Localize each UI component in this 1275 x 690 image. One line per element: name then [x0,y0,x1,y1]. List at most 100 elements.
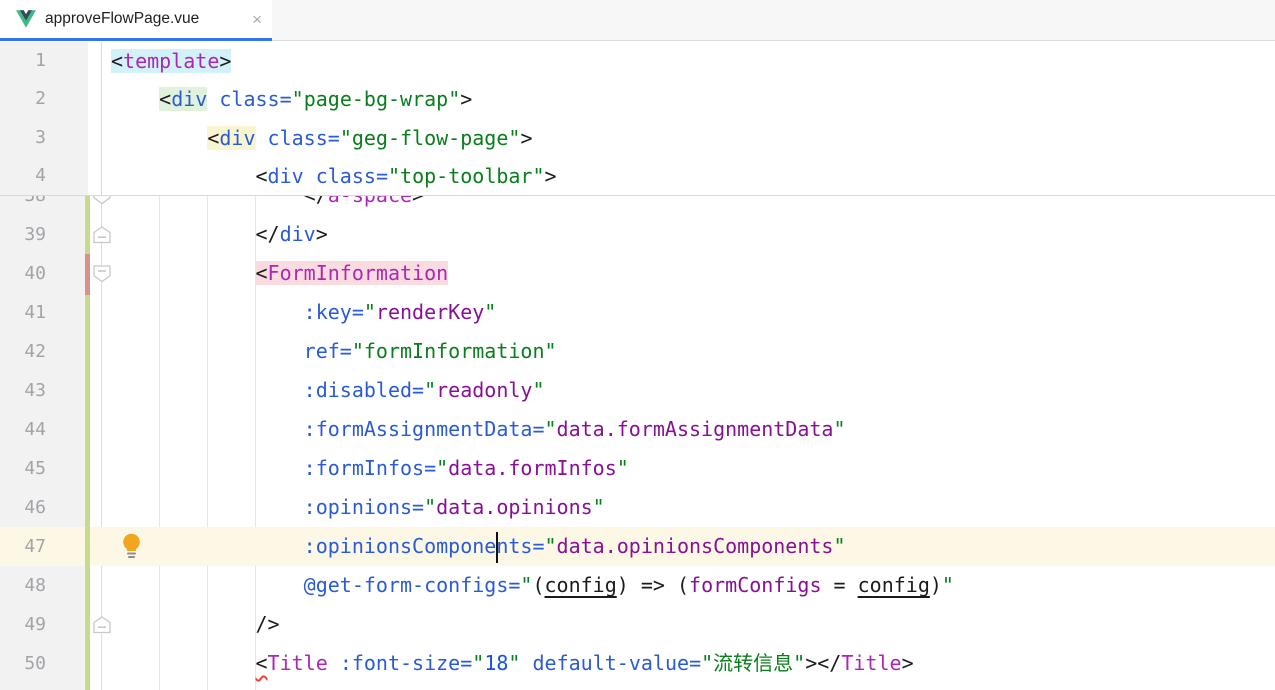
code-token: > [219,49,231,73]
code-line[interactable]: 46 :opinions="data.opinions" [0,488,1275,527]
line-number[interactable]: 39 [0,215,46,254]
code-text[interactable]: :formInfos="data.formInfos" [111,449,629,488]
line-number[interactable]: 44 [0,410,46,449]
line-number[interactable]: 48 [0,566,46,605]
code-text[interactable]: <div class="geg-flow-page"> [111,119,532,157]
code-token: > [520,126,532,150]
code-line[interactable]: 4 <div class="top-toolbar"> [0,157,1275,195]
code-text[interactable]: :opinionsComponents="data.opinionsCompon… [111,527,846,566]
code-token [111,164,256,188]
code-text[interactable]: @get-form-configs="(config) => (formConf… [111,566,954,605]
code-token [111,417,304,441]
code-line[interactable]: 38 </a-space> [0,196,1275,215]
tab-approveflowpage[interactable]: approveFlowPage.vue × [0,0,272,41]
code-text[interactable]: <FormInformation [111,254,448,293]
code-text[interactable]: :disabled="readonly" [111,371,545,410]
code-token: @get-form-configs [304,573,509,597]
code-token: </ [256,222,280,246]
code-token: = [834,573,846,597]
code-token: < [207,126,219,150]
code-line[interactable]: 49 /> [0,605,1275,644]
code-token: = [424,456,436,480]
fold-marker-icon[interactable] [93,196,111,205]
code-token: div [219,126,255,150]
code-line[interactable]: 47 :opinionsComponents="data.opinionsCom… [0,527,1275,566]
code-token [111,300,304,324]
code-token: = [340,339,352,363]
line-number[interactable]: 50 [0,644,46,683]
code-text[interactable]: <Title :font-size="18" default-value="流转… [111,644,914,683]
line-number[interactable]: 1 [0,42,46,80]
code-line[interactable]: 41 :key="renderKey" [0,293,1275,332]
line-number[interactable]: 2 [0,80,46,118]
code-token: " [484,300,496,324]
code-token: = [412,495,424,519]
code-text[interactable]: <template> [111,42,231,80]
code-line[interactable]: 1 <template> [0,42,1275,80]
code-line[interactable]: 45 :formInfos="data.formInfos" [0,449,1275,488]
code-text[interactable]: </a-space> [111,196,424,215]
code-line[interactable]: 44 :formAssignmentData="data.formAssignm… [0,410,1275,449]
code-token: " [508,651,520,675]
code-token: = [280,87,292,111]
code-line[interactable]: 39 </div> [0,215,1275,254]
code-line[interactable]: 48 @get-form-configs="(config) => (formC… [0,566,1275,605]
line-number[interactable]: 40 [0,254,46,293]
code-token: data.formAssignmentData [557,417,834,441]
code-text[interactable]: :opinions="data.opinions" [111,488,605,527]
code-token [207,87,219,111]
line-number[interactable]: 43 [0,371,46,410]
code-token: " [593,495,605,519]
code-token: :formInfos [304,456,424,480]
code-token: formConfigs [689,573,821,597]
code-token: = [508,573,520,597]
line-number[interactable]: 46 [0,488,46,527]
code-text[interactable]: /> [111,605,280,644]
code-editor[interactable]: 1<template>2 <div class="page-bg-wrap">3… [0,42,1275,690]
code-line[interactable]: 2 <div class="page-bg-wrap"> [0,80,1275,118]
code-token: :disabled [304,378,412,402]
code-token: a-space [328,196,412,207]
code-token: ) [930,573,942,597]
intention-bulb-icon[interactable] [121,533,142,560]
fold-marker-icon[interactable] [93,226,111,244]
code-line[interactable]: 43 :disabled="readonly" [0,371,1275,410]
line-number[interactable]: 47 [0,527,46,566]
line-number[interactable]: 3 [0,119,46,157]
code-text[interactable]: :formAssignmentData="data.formAssignment… [111,410,846,449]
code-line[interactable]: 42 ref="formInformation" [0,332,1275,371]
code-token: < [256,261,268,285]
code-line[interactable]: 40 <FormInformation [0,254,1275,293]
code-token: class [219,87,279,111]
line-number[interactable]: 49 [0,605,46,644]
code-text[interactable]: <div class="page-bg-wrap"> [111,80,472,118]
code-token: :opinions [304,495,412,519]
code-token: = [352,300,364,324]
code-text[interactable]: </div> [111,215,328,254]
code-text[interactable]: <div class="top-toolbar"> [111,157,557,195]
line-number[interactable]: 41 [0,293,46,332]
code-token: :key [304,300,352,324]
code-token: = [376,164,388,188]
code-line[interactable]: 50 <Title :font-size="18" default-value=… [0,644,1275,683]
fold-marker-icon[interactable] [93,265,111,283]
code-token: FormInformation [268,261,449,285]
code-token [256,126,268,150]
tab-close-icon[interactable]: × [252,11,262,28]
code-line[interactable]: 3 <div class="geg-flow-page"> [0,119,1275,157]
line-number[interactable]: 42 [0,332,46,371]
code-token: " [424,378,436,402]
code-text[interactable]: :key="renderKey" [111,293,496,332]
code-token: => [641,573,665,597]
code-token [821,573,833,597]
code-token: </ [817,651,841,675]
code-token: " [617,456,629,480]
code-text[interactable]: ref="formInformation" [111,332,557,371]
code-token: data.opinions [436,495,593,519]
fold-marker-icon[interactable] [93,616,111,634]
line-number[interactable]: 45 [0,449,46,488]
code-token: 18 [484,651,508,675]
line-number[interactable]: 38 [0,196,46,215]
line-number[interactable]: 4 [0,157,46,195]
code-token [629,573,641,597]
